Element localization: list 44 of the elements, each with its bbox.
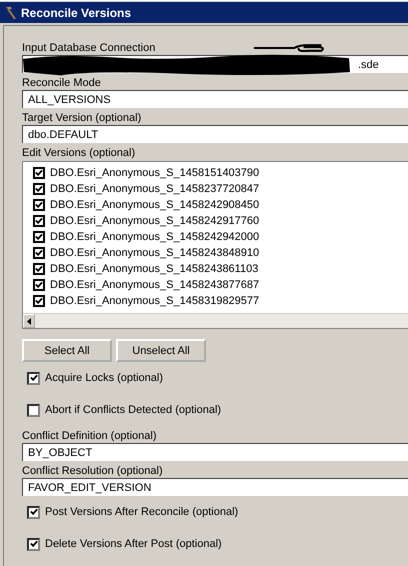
checkbox-label[interactable]: Abort if Conflicts Detected (optional) bbox=[45, 404, 222, 416]
input-field[interactable]: .sde bbox=[22, 55, 408, 73]
list-item[interactable]: DBO.Esri_Anonymous_S_1458243877687 bbox=[50, 279, 260, 291]
checkbox-label[interactable]: Acquire Locks (optional) bbox=[45, 372, 164, 384]
checkbox[interactable] bbox=[33, 215, 45, 227]
list-item[interactable]: DBO.Esri_Anonymous_S_1458151403790 bbox=[50, 167, 260, 179]
checkbox[interactable] bbox=[33, 295, 45, 307]
list-item[interactable]: DBO.Esri_Anonymous_S_1458242908450 bbox=[50, 199, 260, 211]
scroll-left-button[interactable] bbox=[23, 314, 35, 328]
list-item[interactable]: DBO.Esri_Anonymous_S_1458237720847 bbox=[50, 183, 260, 195]
input-field[interactable]: ALL_VERSIONS bbox=[22, 90, 408, 108]
checkbox[interactable] bbox=[33, 167, 45, 179]
field-label: Reconcile Mode bbox=[22, 76, 101, 90]
field-label: Edit Versions (optional) bbox=[22, 146, 136, 160]
field-label: Conflict Resolution (optional) bbox=[22, 464, 163, 478]
checkbox[interactable] bbox=[33, 279, 45, 291]
checkbox-label[interactable]: Delete Versions After Post (optional) bbox=[45, 538, 222, 550]
input-field[interactable]: BY_OBJECT bbox=[22, 443, 408, 461]
window-title: Reconcile Versions bbox=[21, 6, 132, 20]
button[interactable]: Unselect All bbox=[116, 339, 206, 362]
checkbox[interactable] bbox=[33, 183, 45, 195]
field-label: Target Version (optional) bbox=[22, 111, 142, 125]
checkbox[interactable] bbox=[33, 231, 45, 243]
input-field[interactable]: dbo.DEFAULT bbox=[22, 125, 408, 143]
checkbox[interactable] bbox=[33, 263, 45, 275]
field-label: Conflict Definition (optional) bbox=[22, 429, 157, 443]
list-item[interactable]: DBO.Esri_Anonymous_S_1458319829577 bbox=[50, 295, 260, 307]
list-item[interactable]: DBO.Esri_Anonymous_S_1458242942000 bbox=[50, 231, 260, 243]
list-item[interactable]: DBO.Esri_Anonymous_S_1458242917760 bbox=[50, 215, 260, 227]
list-item[interactable]: DBO.Esri_Anonymous_S_1458243861103 bbox=[50, 263, 258, 275]
input-field[interactable]: FAVOR_EDIT_VERSION bbox=[22, 478, 408, 496]
checkbox[interactable] bbox=[27, 538, 40, 550]
list-item[interactable]: DBO.Esri_Anonymous_S_1458243848910 bbox=[50, 247, 260, 259]
checkbox[interactable] bbox=[27, 404, 40, 416]
checkbox-label[interactable]: Post Versions After Reconcile (optional) bbox=[45, 506, 238, 518]
checkbox[interactable] bbox=[27, 372, 40, 384]
hammer-icon bbox=[2, 4, 18, 20]
button[interactable]: Select All bbox=[22, 339, 112, 362]
checkbox[interactable] bbox=[33, 199, 45, 211]
checkbox[interactable] bbox=[33, 247, 45, 259]
left-arrow-icon bbox=[27, 318, 31, 324]
field-label: Input Database Connection bbox=[22, 41, 156, 55]
checkbox[interactable] bbox=[27, 506, 40, 518]
horizontal-scrollbar[interactable] bbox=[23, 313, 408, 328]
